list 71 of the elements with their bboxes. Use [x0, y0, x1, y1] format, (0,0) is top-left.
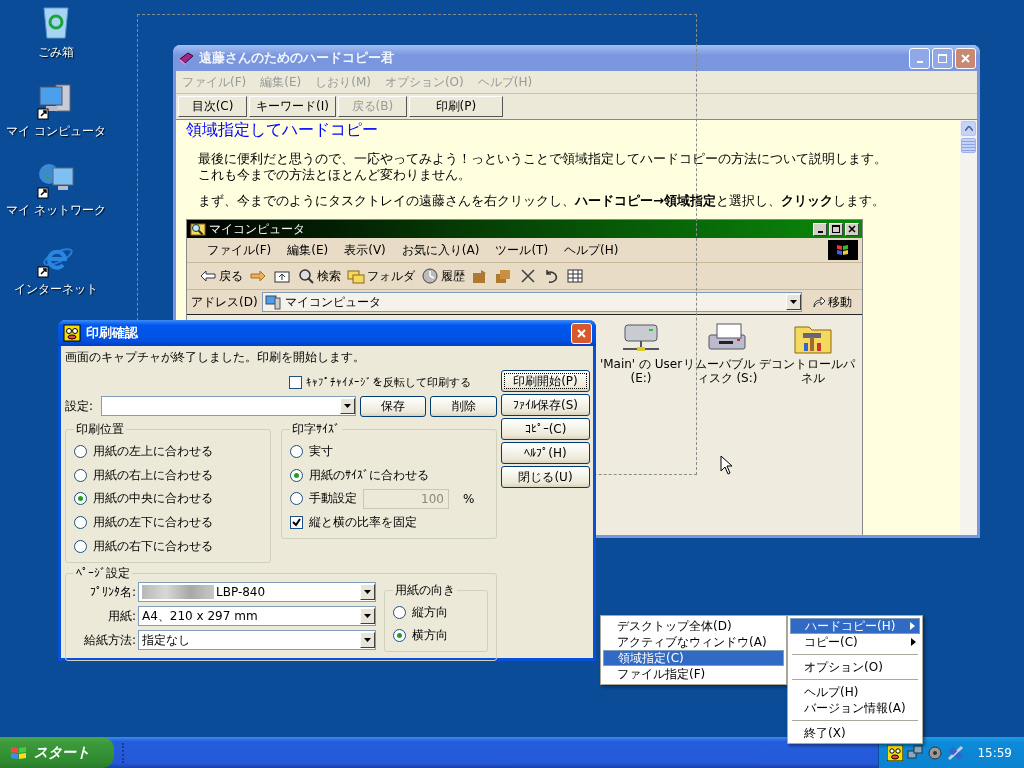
menu-item[interactable]: ツール(T) — [495, 241, 549, 259]
window-title: マイコンピュータ — [209, 220, 305, 238]
checkbox-label: 縦と横の比率を固定 — [309, 513, 417, 531]
menu-item[interactable]: ファイル指定(F) — [603, 666, 784, 682]
clock: 15:59 — [977, 745, 1012, 760]
toolbar-button[interactable]: 目次(C) — [178, 96, 247, 117]
group-title: 印字ｻｲｽﾞ — [291, 421, 341, 438]
checkbox-label: ｷｬﾌﾟﾁｬｲﾒｰｼﾞを反転して印刷する — [306, 374, 471, 390]
radio-label: 用紙のｻｲｽﾞに合わせる — [309, 466, 429, 484]
group-title: 用紙の向き — [394, 582, 456, 599]
toolbar-button[interactable]: 履歴 — [421, 267, 465, 285]
dialog-button[interactable]: ﾍﾙﾌﾟ(H) — [501, 442, 590, 464]
address-field[interactable]: マイコンピュータ — [261, 292, 802, 312]
menu-item[interactable]: ヘルプ(H) — [790, 684, 920, 700]
dialog-button[interactable]: ﾌｧｲﾙ保存(S) — [501, 394, 590, 416]
field-label: ﾌﾟﾘﾝﾀ名: — [88, 583, 136, 601]
radio-label: 手動設定 — [309, 490, 357, 508]
toolbar-button[interactable]: フォルダ — [347, 267, 415, 285]
field-label: 用紙: — [106, 607, 136, 625]
desktop-icon-label[interactable]: インターネット — [14, 281, 98, 298]
dropdown-field[interactable]: LBP-840 — [138, 582, 376, 602]
menu-item[interactable]: オプション(O) — [790, 659, 920, 675]
dropdown-field[interactable]: 指定なし — [138, 630, 376, 650]
page-heading: 領域指定してハードコピー — [186, 120, 379, 141]
field-label: 給紙方法: — [82, 631, 136, 649]
menu-item[interactable]: ヘルプ(H) — [564, 241, 619, 259]
desktop-icon-label[interactable]: ごみ箱 — [38, 44, 74, 61]
dropdown-field[interactable]: A4、210 x 297 mm — [138, 606, 376, 626]
radio-label: 用紙の左下に合わせる — [93, 514, 213, 532]
paragraph: まず、今までのようにタスクトレイの遠藤さんを右クリックし、ハードコピー→領域指定と選択し、クリックします。 — [198, 193, 886, 209]
radio-label: 用紙の右上に合わせる — [93, 466, 213, 484]
menu-item[interactable]: デスクトップ全体(D) — [603, 618, 784, 634]
group-title: ﾍﾟｰｼﾞ設定 — [75, 565, 131, 582]
toolbar-button[interactable]: 印刷(P) — [408, 96, 503, 117]
menu-item[interactable]: 表示(V) — [344, 241, 386, 259]
field-label: 設定: — [65, 397, 95, 415]
menu-item[interactable]: バージョン情報(A) — [790, 700, 920, 716]
radio-label: 用紙の左上に合わせる — [93, 443, 213, 461]
radio-label: 縦方向 — [412, 604, 448, 621]
window-title: 遠藤さんのためのハードコピー君 — [199, 49, 394, 67]
toolbar-button[interactable]: 検索 — [297, 267, 341, 285]
go-button[interactable]: 移動 — [806, 293, 858, 311]
radio-label: 横方向 — [412, 627, 448, 644]
desktop-icon-label[interactable]: マイ ネットワーク — [6, 202, 106, 219]
menu-item[interactable]: 終了(X) — [790, 725, 920, 741]
group-title: 印刷位置 — [75, 421, 125, 438]
paragraph: 最後に便利だと思うので、一応やってみよう！っということで領域指定してハードコピーの方法について説明します。 これも今までの方法とほとんど変わりません。 — [198, 151, 888, 183]
address-label: アドレス(D) — [191, 293, 258, 311]
radio-label: 用紙の右下に合わせる — [93, 537, 213, 555]
dialog-button[interactable]: 印刷開始(P) — [501, 370, 590, 392]
dialog-button[interactable]: 閉じる(U) — [501, 466, 590, 488]
menu-item[interactable]: アクティブなウィンドウ(A) — [603, 634, 784, 650]
menu-item[interactable]: 編集(E) — [287, 241, 329, 259]
unit-label: % — [463, 491, 475, 506]
menu-item[interactable]: お気に入り(A) — [401, 241, 480, 259]
dialog-title: 印刷確認 — [86, 324, 138, 342]
toolbar-button[interactable]: 戻る — [199, 267, 243, 285]
desktop-icon-label[interactable]: マイ コンピュータ — [6, 123, 106, 140]
dialog-button[interactable]: 削除 — [430, 395, 497, 417]
status-message: 画面のキャプチャが終了しました。印刷を開始します。 — [65, 349, 366, 366]
menu-item[interactable]: ハードコピー(H) — [790, 618, 920, 634]
menu-item[interactable]: ファイル(F) — [207, 241, 272, 259]
start-button[interactable]: スタート — [0, 737, 114, 768]
radio-label: 用紙の中央に合わせる — [93, 490, 213, 508]
dialog-button[interactable]: 保存 — [359, 395, 427, 417]
drive-label[interactable]: リムーバブル ディスク (S:) — [681, 357, 773, 385]
menu-item[interactable]: 領域指定(C) — [603, 650, 784, 666]
toolbar-button[interactable]: キーワード(I) — [249, 96, 336, 117]
radio-label: 実寸 — [309, 443, 333, 461]
menu-item[interactable]: コピー(C) — [790, 634, 920, 650]
dialog-button[interactable]: ｺﾋﾟｰ(C) — [501, 418, 590, 440]
